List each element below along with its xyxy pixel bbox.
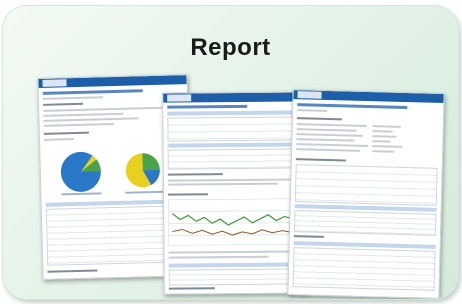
document-header: [163, 92, 308, 103]
document-header: [38, 75, 187, 88]
report-card[interactable]: Report: [3, 6, 458, 299]
logo: [42, 79, 67, 87]
logo: [167, 94, 192, 102]
pie-chart-icon: [60, 151, 164, 196]
logo: [297, 91, 322, 99]
line-chart-icon: [168, 198, 305, 246]
report-title: Report: [190, 34, 271, 61]
report-thumbnail-3[interactable]: [287, 89, 445, 299]
document-header: [293, 90, 444, 103]
